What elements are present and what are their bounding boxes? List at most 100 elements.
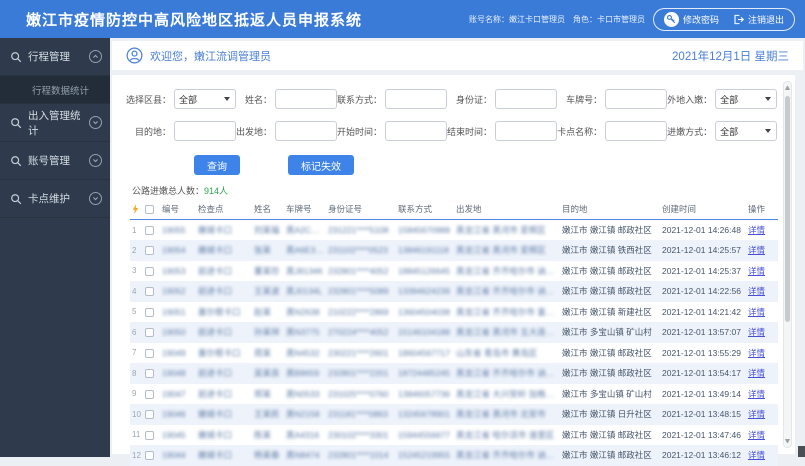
- scroll-down-arrow-icon[interactable]: [785, 439, 790, 443]
- row-checkbox[interactable]: [145, 410, 154, 419]
- row-number: 8: [130, 363, 143, 384]
- row-checkbox[interactable]: [145, 267, 154, 276]
- detail-link[interactable]: 详情: [748, 327, 765, 337]
- outsider-entry-select-value: 全部: [720, 93, 765, 106]
- vertical-scrollbar[interactable]: [783, 81, 792, 448]
- cell-plate: 黑B8659: [284, 363, 326, 384]
- cell-idcard: 231025****0760: [326, 384, 396, 405]
- entry-method-select[interactable]: 全部: [715, 121, 777, 141]
- cell-name: 王某民: [252, 404, 284, 425]
- row-checkbox-cell: [143, 404, 160, 425]
- cell-created: 2021-12-01 13:49:14: [660, 384, 746, 405]
- sidebar-item-trip-management[interactable]: 行程管理: [0, 38, 110, 76]
- detail-link[interactable]: 详情: [748, 225, 765, 235]
- mark-invalid-button[interactable]: 标记失效: [288, 155, 354, 175]
- row-number: 1: [130, 220, 143, 241]
- cell-name: 吴某良: [252, 363, 284, 384]
- table-row: 319053前进卡口董某珍黑J8134K232801****4052188451…: [130, 261, 778, 282]
- checkpoint-name-input[interactable]: [605, 121, 667, 141]
- row-number: 9: [130, 384, 143, 405]
- content-card: 选择区县： 全部 姓名： 联系方式： 身份证： 车牌号： 外地入嫩： 全部 目的…: [112, 75, 795, 454]
- row-checkbox[interactable]: [145, 308, 154, 317]
- row-checkbox[interactable]: [145, 287, 154, 296]
- row-number: 3: [130, 261, 143, 282]
- cell-action: 详情: [746, 261, 778, 282]
- cell-plate: 黑N8474: [284, 445, 326, 466]
- row-checkbox[interactable]: [145, 369, 154, 378]
- cell-origin: 黑龙江省 黑河市 爱辉区: [454, 220, 560, 241]
- idcard-input[interactable]: [495, 89, 557, 109]
- cell-phone: 13846057736: [396, 384, 454, 405]
- row-checkbox[interactable]: [145, 328, 154, 337]
- sidebar-item-checkpoint-maintenance[interactable]: 卡点维护: [0, 180, 110, 218]
- name-input[interactable]: [275, 89, 337, 109]
- row-number: 2: [130, 240, 143, 261]
- row-checkbox[interactable]: [145, 431, 154, 440]
- sidebar: 行程管理 行程数据统计 出入管理统计 账号管理 卡点维护: [0, 38, 110, 457]
- detail-link[interactable]: 详情: [748, 307, 765, 317]
- row-checkbox[interactable]: [145, 246, 154, 255]
- cell-action: 详情: [746, 445, 778, 466]
- row-checkbox-cell: [143, 220, 160, 241]
- detail-link[interactable]: 详情: [748, 430, 765, 440]
- col-destination: 目的地: [560, 200, 660, 220]
- sidebar-subitem-trip-data-stats[interactable]: 行程数据统计: [0, 76, 110, 104]
- district-select-value: 全部: [179, 93, 224, 106]
- detail-link[interactable]: 详情: [748, 450, 765, 460]
- detail-link[interactable]: 详情: [748, 245, 765, 255]
- table-row: 719049墨尔根卡口周某黑N4532230221****26011860456…: [130, 343, 778, 364]
- cell-origin: 黑龙江省 齐齐哈尔市 讷河市: [454, 261, 560, 282]
- destination-input[interactable]: [174, 121, 236, 141]
- search-icon: [10, 193, 22, 205]
- cell-origin: 黑龙江省 齐齐哈尔市 讷河市: [454, 445, 560, 466]
- cell-origin: 山东省 青岛市 黄岛区: [454, 343, 560, 364]
- detail-link[interactable]: 详情: [748, 286, 765, 296]
- row-checkbox[interactable]: [145, 226, 154, 235]
- origin-input[interactable]: [275, 121, 337, 141]
- end-time-input[interactable]: [495, 121, 557, 141]
- sidebar-item-account-management[interactable]: 账号管理: [0, 142, 110, 180]
- cell-id: 19048: [160, 363, 196, 384]
- district-select[interactable]: 全部: [174, 89, 236, 109]
- cell-checkpoint: 嫩城卡口: [196, 425, 252, 446]
- col-action: 操作: [746, 200, 778, 220]
- cell-action: 详情: [746, 220, 778, 241]
- change-password-button[interactable]: 修改密码: [664, 12, 719, 27]
- detail-link[interactable]: 详情: [748, 368, 765, 378]
- cell-name: 刘某福: [252, 220, 284, 241]
- row-checkbox[interactable]: [145, 451, 154, 460]
- cell-created: 2021-12-01 14:26:48: [660, 220, 746, 241]
- scroll-up-arrow-icon[interactable]: [785, 86, 790, 90]
- sidebar-item-entry-exit-stats[interactable]: 出入管理统计: [0, 104, 110, 142]
- outsider-entry-label: 外地入嫩：: [667, 93, 712, 106]
- table-row: 119055嫩城卡口刘某福黑A2C5J8231221****5108158456…: [130, 220, 778, 241]
- detail-link[interactable]: 详情: [748, 389, 765, 399]
- detail-link[interactable]: 详情: [748, 348, 765, 358]
- query-button[interactable]: 查询: [194, 155, 240, 175]
- detail-link[interactable]: 详情: [748, 409, 765, 419]
- cell-phone: 13604504038: [396, 302, 454, 323]
- select-all-checkbox[interactable]: [145, 205, 154, 214]
- logout-button[interactable]: 注销退出: [733, 13, 784, 26]
- cell-action: 详情: [746, 322, 778, 343]
- table-row: 819048前进卡口吴某良黑B8659232801****22011872448…: [130, 363, 778, 384]
- row-checkbox-cell: [143, 322, 160, 343]
- outsider-entry-select[interactable]: 全部: [715, 89, 777, 109]
- cell-id: 19055: [160, 220, 196, 241]
- cell-created: 2021-12-01 13:47:46: [660, 425, 746, 446]
- cell-checkpoint: 前进卡口: [196, 322, 252, 343]
- plate-input[interactable]: [605, 89, 667, 109]
- contact-input[interactable]: [385, 89, 447, 109]
- cell-plate: 黑N2638: [284, 302, 326, 323]
- start-time-input[interactable]: [385, 121, 447, 141]
- checkpoint-name-label: 卡点名称：: [557, 125, 602, 138]
- detail-link[interactable]: 详情: [748, 266, 765, 276]
- scrollbar-thumb[interactable]: [785, 96, 790, 322]
- row-number: 12: [130, 445, 143, 466]
- cell-plate: 黑N2158: [284, 404, 326, 425]
- cell-destination: 嫩江市 嫩江镇 邮政社区: [560, 425, 660, 446]
- row-checkbox-cell: [143, 302, 160, 323]
- row-number: 5: [130, 302, 143, 323]
- row-checkbox[interactable]: [145, 349, 154, 358]
- row-checkbox[interactable]: [145, 390, 154, 399]
